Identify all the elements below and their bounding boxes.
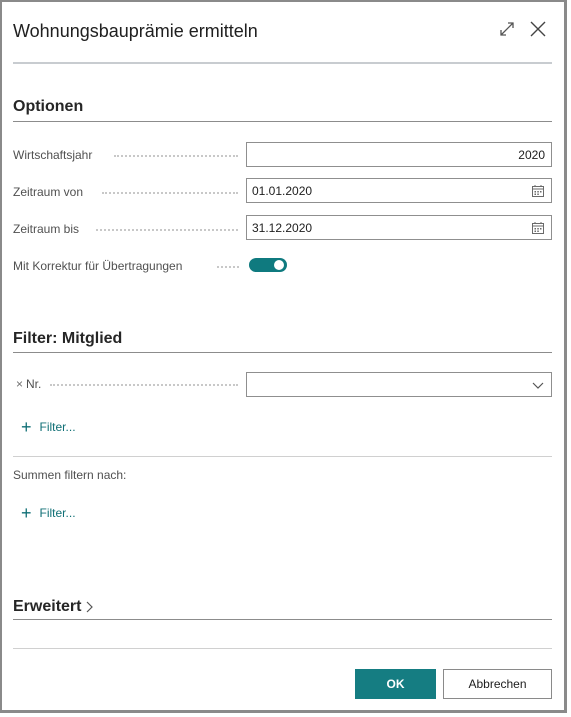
dialog-title: Wohnungsbauprämie ermitteln	[13, 21, 258, 41]
nr-leader	[50, 384, 238, 387]
add-filter-link[interactable]: + Filter...	[21, 417, 76, 437]
calendar-icon[interactable]	[532, 185, 544, 197]
footer-divider	[13, 648, 552, 649]
correction-label: Mit Korrektur für Übertragungen	[13, 259, 183, 273]
advanced-heading-label: Erweitert	[13, 598, 82, 615]
expand-icon-graphic	[500, 22, 514, 36]
plus-icon: +	[21, 417, 32, 437]
period-from-label: Zeitraum von	[13, 185, 84, 199]
expand-icon[interactable]	[496, 18, 518, 40]
options-heading: Optionen	[13, 98, 84, 115]
chevron-down-icon[interactable]	[532, 380, 544, 390]
toggle-knob	[274, 260, 284, 270]
plus-icon: +	[21, 503, 32, 523]
filter-heading: Filter: Mitglied	[13, 330, 123, 347]
add-sum-filter-label: Filter...	[39, 506, 76, 520]
period-from-leader	[102, 192, 238, 195]
period-to-label: Zeitraum bis	[13, 222, 80, 236]
options-divider	[13, 121, 552, 122]
period-to-field[interactable]: 31.12.2020	[246, 215, 552, 240]
cancel-button[interactable]: Abbrechen	[443, 669, 552, 699]
close-icon[interactable]	[527, 18, 549, 40]
correction-leader	[217, 266, 239, 269]
filter-separator	[13, 456, 552, 457]
chevron-right-icon	[87, 601, 94, 613]
sum-filter-label: Summen filtern nach:	[13, 468, 127, 482]
period-to-value: 31.12.2020	[252, 221, 313, 235]
advanced-divider	[13, 619, 552, 620]
period-from-value: 01.01.2020	[252, 184, 313, 198]
filter-divider	[13, 352, 552, 353]
fiscal-year-label: Wirtschaftsjahr	[13, 148, 93, 162]
add-filter-label: Filter...	[39, 420, 76, 434]
nr-label: Nr.	[26, 377, 42, 391]
fiscal-year-value: 2020	[518, 148, 545, 162]
fiscal-year-field[interactable]: 2020	[246, 142, 552, 167]
calendar-icon[interactable]	[532, 222, 544, 234]
nr-filter-field[interactable]	[246, 372, 552, 397]
header-divider	[13, 62, 552, 64]
remove-filter-icon[interactable]: ×	[16, 377, 23, 391]
correction-toggle[interactable]	[249, 258, 287, 272]
advanced-heading[interactable]: Erweitert	[13, 598, 94, 616]
dialog: Wohnungsbauprämie ermitteln Optionen Wir…	[0, 0, 567, 713]
fiscal-year-leader	[114, 155, 238, 158]
period-to-leader	[96, 229, 238, 232]
close-icon-graphic	[530, 21, 546, 37]
ok-button[interactable]: OK	[355, 669, 436, 699]
add-sum-filter-link[interactable]: + Filter...	[21, 503, 76, 523]
period-from-field[interactable]: 01.01.2020	[246, 178, 552, 203]
